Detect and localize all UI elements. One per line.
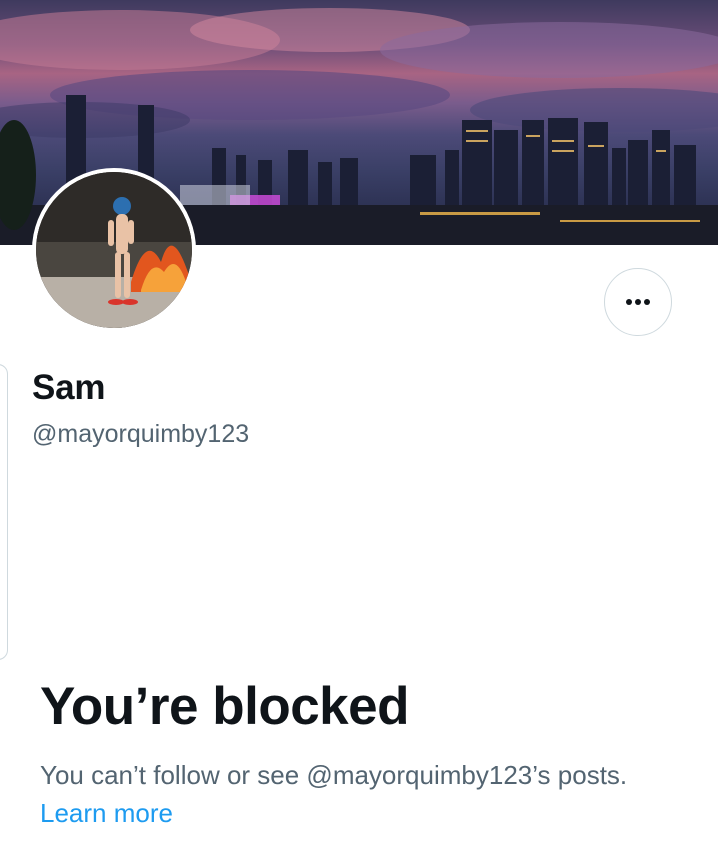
blocked-title: You’re blocked [40, 677, 410, 736]
blocked-message: You can’t follow or see @mayorquimby123’… [40, 756, 680, 832]
blocked-message-text: You can’t follow or see @mayorquimby123’… [40, 760, 628, 790]
profile-display-name: Sam [32, 368, 106, 407]
avatar-image [36, 172, 192, 328]
more-options-button[interactable] [604, 268, 672, 336]
learn-more-link[interactable]: Learn more [40, 798, 173, 828]
more-horizontal-icon [625, 298, 651, 306]
profile-handle: @mayorquimby123 [32, 420, 250, 448]
side-panel-edge [0, 364, 8, 660]
avatar[interactable] [32, 168, 196, 332]
